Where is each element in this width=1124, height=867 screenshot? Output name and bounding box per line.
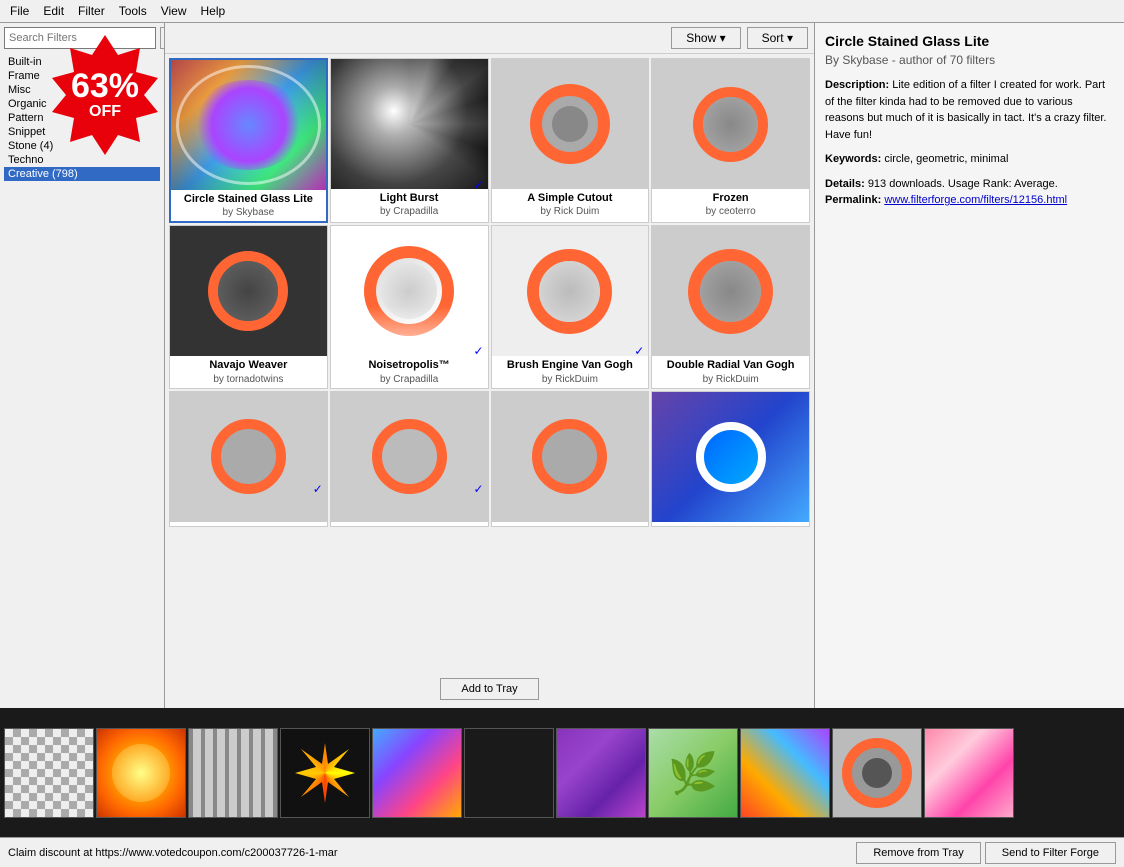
filter-description: Description: Lite edition of a filter I … <box>825 77 1114 143</box>
sidebar-item-organic[interactable]: Organic <box>4 97 160 111</box>
details-text: 913 downloads. Usage Rank: Average. <box>868 178 1058 190</box>
grid-container: Show ▾ Sort ▾ Circle Stained Glass Li <box>165 23 814 708</box>
bottom-bar: Claim discount at https://www.votedcoupo… <box>0 837 1124 867</box>
keywords-text: circle, geometric, minimal <box>884 153 1008 165</box>
menu-bar: File Edit Filter Tools View Help <box>0 0 1124 23</box>
grid-item-label: Circle Stained Glass Lite by Skybase <box>171 190 326 221</box>
grid-item-label: Noisetropolis™ by Crapadilla <box>331 356 488 387</box>
tray-item-11[interactable] <box>924 728 1014 818</box>
search-input[interactable] <box>4 27 156 49</box>
grid-item-label: A Simple Cutout by Rick Duim <box>492 189 649 220</box>
tray-item-7[interactable] <box>556 728 646 818</box>
description-label: Description: <box>825 79 889 91</box>
sort-button[interactable]: Sort ▾ <box>747 27 808 49</box>
grid-toolbar: Show ▾ Sort ▾ <box>165 23 814 54</box>
grid-item-label <box>331 522 488 526</box>
grid-item-frozen[interactable]: Frozen by ceoterro <box>651 58 810 223</box>
grid-item-label <box>170 522 327 526</box>
grid-item-navajo[interactable]: Navajo Weaver by tornadotwins <box>169 225 328 388</box>
main-content: Find Built-in Frame Misc Organic Pattern… <box>0 23 1124 708</box>
checkmark-row3-1: ✓ <box>313 482 323 496</box>
grid-item-brush-engine[interactable]: ✓ Brush Engine Van Gogh by RickDuim <box>491 225 650 388</box>
promo-text: Claim discount at https://www.votedcoupo… <box>8 847 856 859</box>
sidebar: Find Built-in Frame Misc Organic Pattern… <box>0 23 165 708</box>
filter-title: Circle Stained Glass Lite <box>825 33 1114 49</box>
checkmark-row3-2: ✓ <box>473 482 483 496</box>
menu-file[interactable]: File <box>4 2 35 20</box>
tray-item-4[interactable] <box>280 728 370 818</box>
grid-item-label: Double Radial Van Gogh by RickDuim <box>652 356 809 387</box>
grid-item-row3-1[interactable]: ✓ <box>169 391 328 527</box>
grid-item-label: Navajo Weaver by tornadotwins <box>170 356 327 387</box>
grid-item-row3-3[interactable] <box>491 391 650 527</box>
keywords-label: Keywords: <box>825 153 881 165</box>
filter-details: Details: 913 downloads. Usage Rank: Aver… <box>825 176 1114 209</box>
menu-help[interactable]: Help <box>195 2 232 20</box>
sidebar-item-builtin[interactable]: Built-in <box>4 55 160 69</box>
remove-from-tray-button[interactable]: Remove from Tray <box>856 842 980 864</box>
grid-item-simple-cutout[interactable]: A Simple Cutout by Rick Duim <box>491 58 650 223</box>
checkmark-brush: ✓ <box>634 344 644 358</box>
filter-keywords: Keywords: circle, geometric, minimal <box>825 151 1114 168</box>
grid-item-circle-stained[interactable]: Circle Stained Glass Lite by Skybase <box>169 58 328 223</box>
add-tray-row: Add to Tray <box>165 670 814 708</box>
app-root: File Edit Filter Tools View Help Find Bu… <box>0 0 1124 867</box>
grid-item-label: Brush Engine Van Gogh by RickDuim <box>492 356 649 387</box>
filter-grid: Circle Stained Glass Lite by Skybase ✓ L… <box>169 58 810 527</box>
sidebar-item-snippet[interactable]: Snippet <box>4 125 160 139</box>
menu-filter[interactable]: Filter <box>72 2 111 20</box>
grid-item-light-burst[interactable]: ✓ Light Burst by Crapadilla <box>330 58 489 223</box>
menu-edit[interactable]: Edit <box>37 2 70 20</box>
tray-item-6[interactable] <box>464 728 554 818</box>
grid-item-double-radial[interactable]: Double Radial Van Gogh by RickDuim <box>651 225 810 388</box>
grid-item-row3-4[interactable] <box>651 391 810 527</box>
details-label: Details: <box>825 178 865 190</box>
tray-item-10[interactable] <box>832 728 922 818</box>
checkmark-light-burst: ✓ <box>473 178 483 192</box>
permalink-link[interactable]: www.filterforge.com/filters/12156.html <box>884 194 1067 206</box>
tray-area: 🌿 <box>0 708 1124 838</box>
add-to-tray-button[interactable]: Add to Tray <box>440 678 538 700</box>
grid-item-label: Frozen by ceoterro <box>652 189 809 220</box>
sidebar-item-stone[interactable]: Stone (4) <box>4 139 160 153</box>
checkmark-noisetropolis: ✓ <box>473 344 483 358</box>
tray-item-2[interactable] <box>96 728 186 818</box>
search-row: Find <box>4 27 160 49</box>
permalink-label: Permalink: <box>825 194 881 206</box>
sidebar-item-techno[interactable]: Techno <box>4 153 160 167</box>
tray-item-1[interactable] <box>4 728 94 818</box>
filter-author: By Skybase - author of 70 filters <box>825 53 1114 67</box>
tray-item-8[interactable]: 🌿 <box>648 728 738 818</box>
grid-scroll[interactable]: Circle Stained Glass Lite by Skybase ✓ L… <box>165 54 814 670</box>
sidebar-item-frame[interactable]: Frame <box>4 69 160 83</box>
grid-item-label <box>652 522 809 526</box>
sidebar-item-misc[interactable]: Misc <box>4 83 160 97</box>
right-panel: Circle Stained Glass Lite By Skybase - a… <box>814 23 1124 708</box>
grid-item-label: Light Burst by Crapadilla <box>331 189 488 220</box>
sidebar-item-creative[interactable]: Creative (798) <box>4 167 160 181</box>
bottom-buttons: Remove from Tray Send to Filter Forge <box>856 842 1116 864</box>
menu-view[interactable]: View <box>155 2 193 20</box>
tray-item-5[interactable] <box>372 728 462 818</box>
send-to-filter-forge-button[interactable]: Send to Filter Forge <box>985 842 1116 864</box>
sidebar-item-pattern[interactable]: Pattern <box>4 111 160 125</box>
grid-item-label <box>492 522 649 526</box>
tray-item-3[interactable] <box>188 728 278 818</box>
grid-item-row3-2[interactable]: ✓ <box>330 391 489 527</box>
show-button[interactable]: Show ▾ <box>671 27 740 49</box>
menu-tools[interactable]: Tools <box>113 2 153 20</box>
grid-item-noisetropolis[interactable]: ✓ Noisetropolis™ by Crapadilla <box>330 225 489 388</box>
tray-item-9[interactable] <box>740 728 830 818</box>
